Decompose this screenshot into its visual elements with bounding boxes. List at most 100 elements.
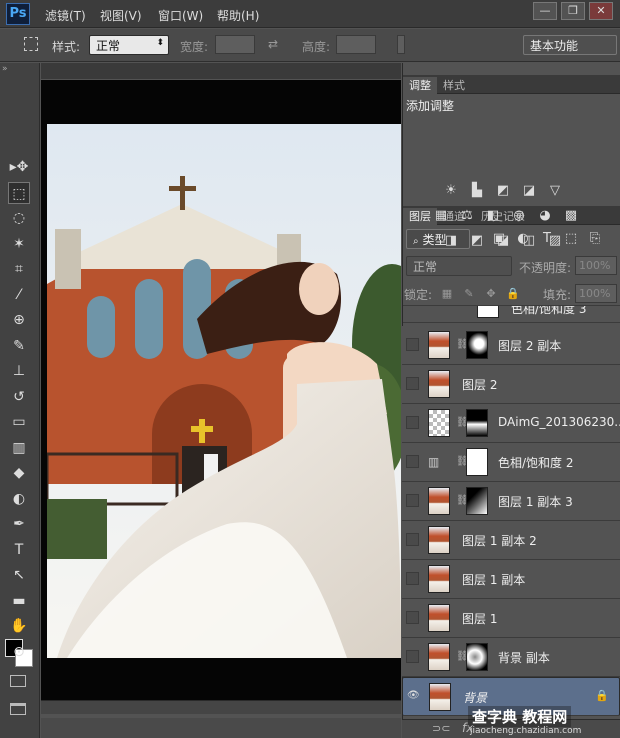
adjustment-row2-0-icon[interactable]: ▦ — [433, 209, 449, 223]
style-select[interactable]: 正常 ⬍ — [89, 35, 169, 55]
workspace-select[interactable]: 基本功能 — [523, 35, 617, 55]
tab-adjustments[interactable]: 调整 — [403, 77, 437, 94]
adjustment-row2-2-icon[interactable]: ◧ — [485, 209, 501, 223]
zoom-icon[interactable]: ⊙ — [8, 641, 30, 663]
link-layers-icon[interactable]: ⊃⊂ — [432, 722, 450, 735]
tab-styles[interactable]: 样式 — [437, 77, 471, 94]
layer-filter-1-icon[interactable]: ◐ — [515, 232, 531, 246]
lock-0-icon[interactable]: ▦ — [439, 287, 455, 301]
type-icon[interactable]: T — [8, 539, 30, 561]
eraser-icon[interactable]: ▭ — [8, 411, 30, 433]
visibility-toggle[interactable] — [406, 416, 419, 429]
layer-mask-thumb[interactable] — [466, 448, 488, 476]
layer-filter-4-icon[interactable]: ⎘ — [587, 232, 603, 246]
layer-mask-thumb[interactable] — [466, 409, 488, 437]
layer-mask-thumb[interactable] — [466, 643, 488, 671]
wedding-photo[interactable] — [47, 124, 401, 658]
layer-filter-0-icon[interactable]: ▣ — [491, 232, 507, 246]
pen-icon[interactable]: ✒ — [8, 513, 30, 535]
brush-icon[interactable]: ✎ — [8, 335, 30, 357]
layer-row[interactable]: ⛓ 图层 1 副本 3 — [402, 482, 620, 521]
blur-icon[interactable]: ◆ — [8, 462, 30, 484]
menu-filter[interactable]: 滤镜(T) — [45, 7, 86, 24]
visibility-toggle[interactable] — [406, 650, 419, 663]
layer-mask-thumb[interactable] — [466, 487, 488, 515]
quick-mask-icon[interactable] — [10, 675, 26, 687]
adjustment-row1-1-icon[interactable]: ▙ — [469, 184, 485, 198]
adjustment-layer-icon: ▥ — [428, 455, 440, 469]
tools-panel: » ▸✥ ⬚ ◌ ✶ ⌗ ⁄ ⊕ ✎ ⊥ ↺ ▭ ▥ ◆ ◐ ✒ T ↖ ▬ ✋ ⊙ — [0, 63, 40, 738]
menu-window[interactable]: 窗口(W) — [158, 7, 203, 24]
move-icon[interactable]: ▸✥ — [8, 156, 30, 178]
adjustment-row1-2-icon[interactable]: ◩ — [495, 184, 511, 198]
adjustment-row2-4-icon[interactable]: ◕ — [537, 209, 553, 223]
lasso-icon[interactable]: ◌ — [8, 207, 30, 229]
lock-3-icon[interactable]: 🔒 — [505, 287, 521, 301]
path-select-icon[interactable]: ↖ — [8, 564, 30, 586]
minimize-button[interactable]: — — [533, 2, 557, 20]
gradient-icon[interactable]: ▥ — [8, 437, 30, 459]
layer-name: 图层 1 副本 3 — [498, 495, 573, 509]
menu-view[interactable]: 视图(V) — [100, 7, 142, 24]
swap-icon[interactable]: ⇄ — [268, 37, 278, 51]
marquee-icon[interactable] — [24, 37, 38, 51]
marquee-icon[interactable]: ⬚ — [8, 181, 30, 204]
layer-row[interactable]: 图层 1 副本 2 — [402, 521, 620, 560]
dodge-icon[interactable]: ◐ — [8, 488, 30, 510]
visibility-toggle[interactable] — [406, 338, 419, 351]
layer-row[interactable]: ⛓ DAimG_201306230... — [402, 404, 620, 443]
layer-row-partial[interactable]: 色相/饱和度 3 — [403, 305, 620, 323]
layer-mask-thumb[interactable] — [466, 331, 488, 359]
fill-field[interactable]: 100% — [575, 284, 617, 303]
shape-icon[interactable]: ▬ — [8, 590, 30, 612]
layer-row[interactable]: 图层 1 副本 — [402, 560, 620, 599]
healing-icon[interactable]: ⊕ — [8, 309, 30, 331]
layer-filter-2-icon[interactable]: T — [539, 232, 555, 246]
horizontal-scrollbar[interactable] — [41, 700, 401, 714]
refine-edge-button[interactable] — [397, 35, 405, 54]
options-bar: 样式: 正常 ⬍ 宽度: ⇄ 高度: 基本功能 — [0, 29, 620, 62]
blend-mode-select[interactable]: 正常 — [406, 256, 512, 276]
history-brush-icon[interactable]: ↺ — [8, 386, 30, 408]
hand-icon[interactable]: ✋ — [8, 615, 30, 637]
visibility-eye-icon[interactable]: 👁 — [407, 690, 420, 703]
collapse-icon[interactable]: » — [2, 64, 8, 74]
layer-row[interactable]: ⛓ 图层 2 副本 — [402, 326, 620, 365]
layer-row[interactable]: 图层 1 — [402, 599, 620, 638]
layer-filter-select[interactable]: ⌕ 类型 — [406, 229, 470, 249]
width-field[interactable] — [215, 35, 255, 54]
layer-row[interactable]: ⛓ 背景 副本 — [402, 638, 620, 677]
adjustment-row2-5-icon[interactable]: ▩ — [563, 209, 579, 223]
adjustment-row1-0-icon[interactable]: ☀ — [443, 184, 459, 198]
visibility-toggle[interactable] — [406, 572, 419, 585]
visibility-toggle[interactable] — [406, 494, 419, 507]
layer-thumbnail — [428, 604, 450, 632]
menu-help[interactable]: 帮助(H) — [217, 7, 259, 24]
layer-filter-3-icon[interactable]: ⬚ — [563, 232, 579, 246]
height-field[interactable] — [336, 35, 376, 54]
screen-mode-icon[interactable] — [10, 703, 26, 715]
visibility-toggle[interactable] — [406, 533, 419, 546]
lock-2-icon[interactable]: ✥ — [483, 287, 499, 301]
adjustment-row2-1-icon[interactable]: ⚖ — [459, 209, 475, 223]
close-button[interactable]: ✕ — [589, 2, 613, 20]
adjustment-row2-3-icon[interactable]: ◎ — [511, 209, 527, 223]
visibility-toggle[interactable] — [406, 455, 419, 468]
lock-1-icon[interactable]: ✎ — [461, 287, 477, 301]
crop-icon[interactable]: ⌗ — [8, 258, 30, 280]
adjustment-row1-4-icon[interactable]: ▽ — [547, 184, 563, 198]
stamp-icon[interactable]: ⊥ — [8, 360, 30, 382]
opacity-field[interactable]: 100% — [575, 256, 617, 275]
tab-layers[interactable]: 图层 — [403, 208, 437, 225]
restore-button[interactable]: ❐ — [561, 2, 585, 20]
layer-row[interactable]: 图层 2 — [402, 365, 620, 404]
adjustment-row1-3-icon[interactable]: ◪ — [521, 184, 537, 198]
style-value: 正常 — [96, 39, 121, 53]
visibility-toggle[interactable] — [406, 611, 419, 624]
adjustment-row3-0-icon[interactable]: ◨ — [443, 234, 459, 248]
magic-wand-icon[interactable]: ✶ — [8, 233, 30, 255]
visibility-toggle[interactable] — [406, 377, 419, 390]
adjustment-row3-1-icon[interactable]: ◩ — [469, 234, 485, 248]
eyedropper-icon[interactable]: ⁄ — [8, 284, 30, 306]
layer-row[interactable]: ▥ ⛓ 色相/饱和度 2 — [402, 443, 620, 482]
